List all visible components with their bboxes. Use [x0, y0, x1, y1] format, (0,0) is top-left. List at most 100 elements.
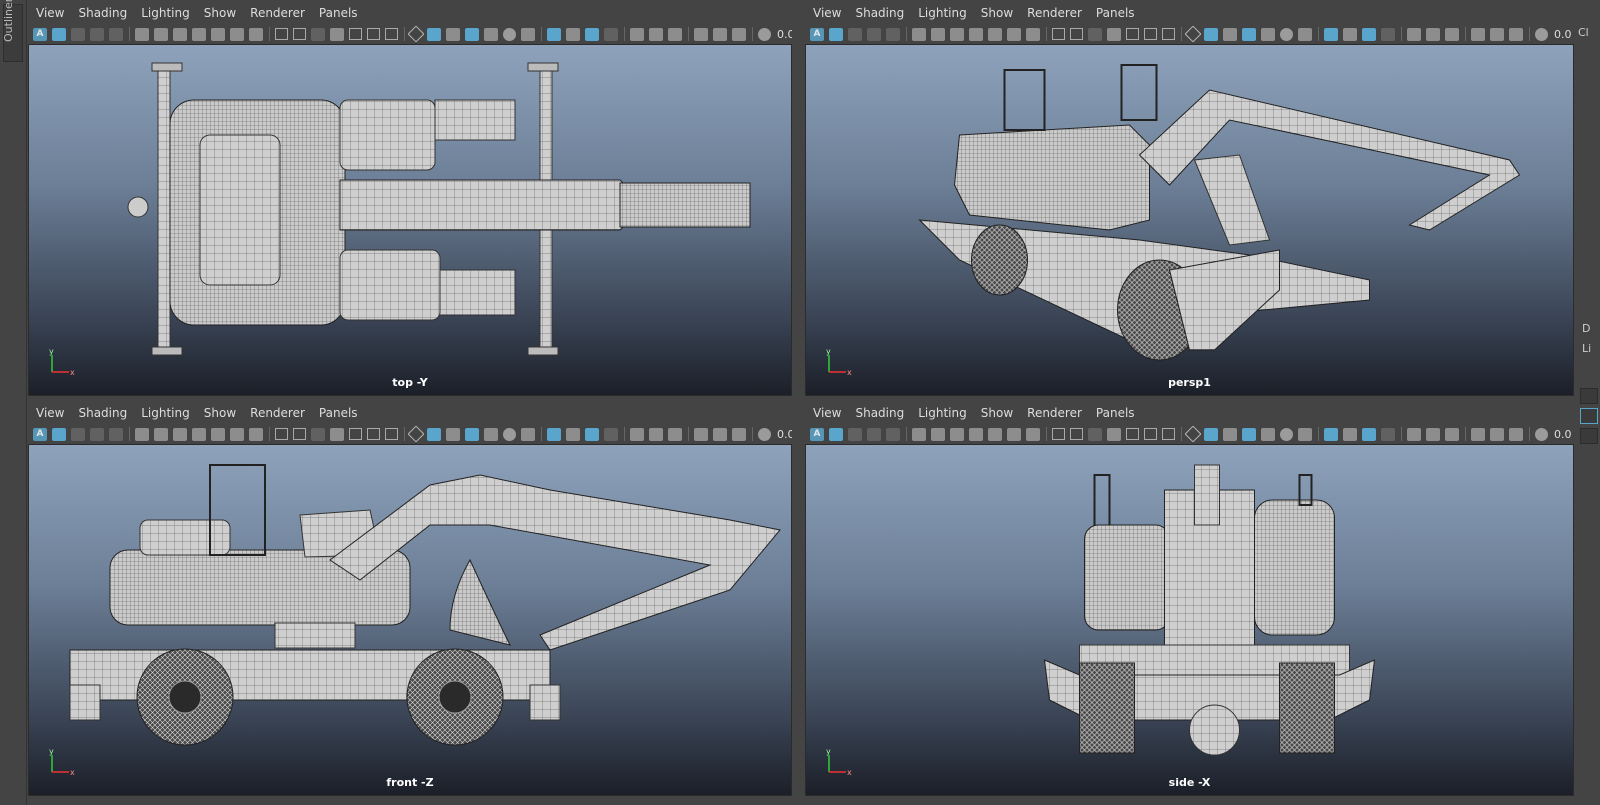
menu-lighting[interactable]: Lighting [918, 6, 967, 20]
resolution-gate-icon[interactable] [1471, 27, 1485, 41]
menu-panels[interactable]: Panels [319, 6, 358, 20]
lights-icon[interactable] [969, 27, 983, 41]
shaded-icon[interactable] [931, 27, 945, 41]
resolution-gate-icon[interactable] [694, 427, 708, 441]
menu-view[interactable]: View [813, 6, 841, 20]
select-camera-icon[interactable] [1362, 27, 1376, 41]
wireframe-icon[interactable] [1126, 428, 1139, 440]
xray-icon[interactable] [230, 427, 244, 441]
shaded-icon[interactable] [427, 427, 441, 441]
camera-icon[interactable] [829, 27, 843, 41]
lights-icon[interactable] [465, 27, 479, 41]
textured-icon[interactable] [173, 427, 187, 441]
film-gate-icon[interactable] [109, 427, 123, 441]
wireframe-icon[interactable] [71, 27, 85, 41]
menu-view[interactable]: View [813, 406, 841, 420]
viewport-side[interactable]: y x side -X [805, 444, 1574, 796]
camera-icon[interactable] [1381, 427, 1395, 441]
select-camera-icon[interactable] [1088, 427, 1102, 441]
lights-icon[interactable] [1535, 27, 1548, 41]
shadows-icon[interactable] [211, 427, 225, 441]
lights-icon[interactable] [1242, 427, 1256, 441]
lights-icon[interactable] [192, 427, 206, 441]
grid-icon[interactable] [1426, 27, 1440, 41]
viewport-front[interactable]: y x front -Z [28, 444, 792, 796]
film-gate-icon[interactable] [1162, 28, 1175, 40]
camera-icon[interactable] [330, 427, 344, 441]
film-gate-icon[interactable] [385, 428, 398, 440]
shaded-icon[interactable] [1490, 427, 1504, 441]
menu-show[interactable]: Show [204, 406, 236, 420]
frame-all-icon[interactable] [275, 428, 288, 440]
exposure-icon[interactable] [293, 428, 306, 440]
textured-icon[interactable] [1509, 27, 1523, 41]
viewport-top[interactable]: y x top -Y [28, 44, 792, 396]
select-camera-icon[interactable] [1088, 27, 1102, 41]
wireframe-icon[interactable] [1126, 28, 1139, 40]
xray-icon[interactable] [230, 27, 244, 41]
grid-icon[interactable] [867, 427, 881, 441]
resolution-gate-icon[interactable] [1184, 25, 1202, 43]
frame-all-icon[interactable] [275, 28, 288, 40]
wireframe-icon[interactable] [349, 428, 362, 440]
textured-icon[interactable] [173, 27, 187, 41]
xray-icon[interactable] [1280, 427, 1293, 441]
resolution-gate-icon[interactable] [135, 27, 149, 41]
menu-view[interactable]: View [36, 6, 64, 20]
shaded-icon[interactable] [1204, 27, 1218, 41]
select-camera-icon[interactable] [585, 427, 599, 441]
select-camera-icon[interactable]: A [810, 27, 824, 41]
grid-icon[interactable] [1144, 428, 1157, 440]
textured-icon[interactable] [732, 27, 746, 41]
menu-panels[interactable]: Panels [1096, 6, 1135, 20]
select-camera-icon[interactable] [585, 27, 599, 41]
lights-icon[interactable] [758, 427, 771, 441]
right-strip-toggle-1[interactable] [1580, 388, 1598, 404]
menu-shading[interactable]: Shading [78, 406, 127, 420]
grid-icon[interactable] [649, 27, 663, 41]
isolate-icon[interactable] [521, 27, 535, 41]
textured-icon[interactable] [446, 27, 460, 41]
lights-icon[interactable] [758, 27, 771, 41]
exposure-icon[interactable] [293, 28, 306, 40]
viewport-persp[interactable]: y x persp1 [805, 44, 1574, 396]
select-camera-icon[interactable] [311, 27, 325, 41]
excavator-model-top[interactable] [29, 45, 791, 395]
textured-icon[interactable] [950, 427, 964, 441]
xray-icon[interactable] [1007, 427, 1021, 441]
wireframe-icon[interactable] [630, 27, 644, 41]
camera-icon[interactable] [330, 27, 344, 41]
grid-icon[interactable] [1144, 28, 1157, 40]
grid-icon[interactable] [90, 27, 104, 41]
lights-icon[interactable] [1242, 27, 1256, 41]
textured-icon[interactable] [446, 427, 460, 441]
shaded-icon[interactable] [931, 427, 945, 441]
film-gate-icon[interactable] [668, 427, 682, 441]
textured-icon[interactable] [950, 27, 964, 41]
menu-show[interactable]: Show [981, 6, 1013, 20]
xray-icon[interactable] [1280, 27, 1293, 41]
menu-view[interactable]: View [36, 406, 64, 420]
isolate-icon[interactable] [521, 427, 535, 441]
lights-icon[interactable] [969, 427, 983, 441]
film-gate-icon[interactable] [1445, 27, 1459, 41]
textured-icon[interactable] [732, 427, 746, 441]
camera-icon[interactable] [604, 27, 618, 41]
isolate-icon[interactable] [1026, 427, 1040, 441]
menu-lighting[interactable]: Lighting [918, 406, 967, 420]
menu-panels[interactable]: Panels [319, 406, 358, 420]
shaded-icon[interactable] [427, 27, 441, 41]
shaded-icon[interactable] [1490, 27, 1504, 41]
shadows-icon[interactable] [211, 27, 225, 41]
exposure-icon[interactable] [1343, 27, 1357, 41]
wireframe-icon[interactable] [848, 27, 862, 41]
excavator-model-side[interactable] [806, 445, 1573, 795]
shaded-icon[interactable] [1204, 427, 1218, 441]
lights-icon[interactable] [465, 427, 479, 441]
lights-icon[interactable] [1535, 427, 1548, 441]
xray-icon[interactable] [1007, 27, 1021, 41]
menu-shading[interactable]: Shading [78, 6, 127, 20]
film-gate-icon[interactable] [385, 28, 398, 40]
frame-all-icon[interactable] [1052, 28, 1065, 40]
menu-show[interactable]: Show [204, 6, 236, 20]
